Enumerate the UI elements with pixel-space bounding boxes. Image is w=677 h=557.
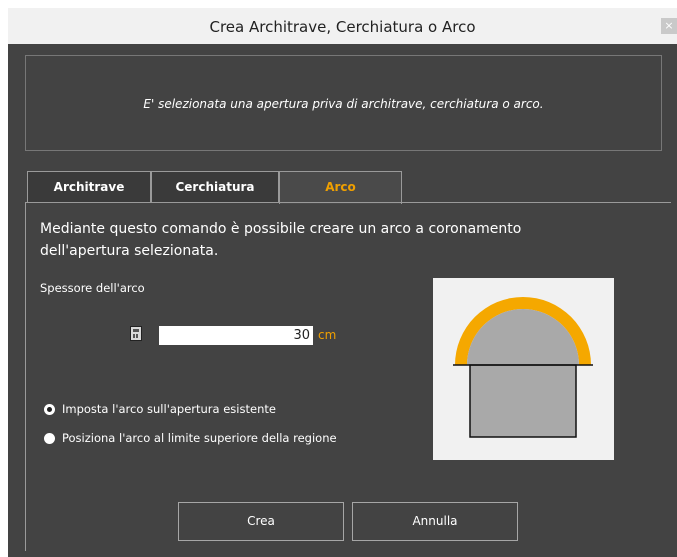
arco-description: Mediante questo comando è possibile crea… — [40, 221, 522, 259]
info-box: E' selezionata una apertura priva di arc… — [25, 55, 662, 151]
title-bar: Crea Architrave, Cerchiatura o Arco × — [8, 8, 677, 44]
radio-label: Posiziona l'arco al limite superiore del… — [62, 431, 337, 445]
radio-label: Imposta l'arco sull'apertura esistente — [62, 402, 276, 416]
tab-architrave[interactable]: Architrave — [27, 171, 151, 203]
window-title: Crea Architrave, Cerchiatura o Arco — [209, 18, 476, 36]
create-button[interactable]: Crea — [178, 502, 344, 541]
thickness-unit: cm — [318, 328, 337, 342]
dialog-window: Crea Architrave, Cerchiatura o Arco × E'… — [8, 8, 677, 557]
radio-button[interactable] — [44, 432, 55, 444]
calculator-icon[interactable] — [130, 326, 142, 341]
arch-preview — [433, 278, 614, 460]
radio-button-checked[interactable] — [44, 403, 55, 415]
thickness-label: Spessore dell'arco — [40, 281, 145, 295]
arch-preview-graphic — [453, 297, 593, 438]
radio-option-region-limit[interactable]: Posiziona l'arco al limite superiore del… — [44, 429, 337, 447]
info-message: E' selezionata una apertura priva di arc… — [143, 97, 544, 111]
close-button[interactable]: × — [661, 18, 677, 34]
cancel-button[interactable]: Annulla — [352, 502, 518, 541]
radio-option-existing-opening[interactable]: Imposta l'arco sull'apertura esistente — [44, 400, 276, 418]
tab-cerchiatura[interactable]: Cerchiatura — [151, 171, 279, 203]
thickness-input[interactable] — [159, 326, 313, 345]
tab-arco[interactable]: Arco — [279, 171, 402, 204]
opening-rect — [469, 364, 577, 438]
